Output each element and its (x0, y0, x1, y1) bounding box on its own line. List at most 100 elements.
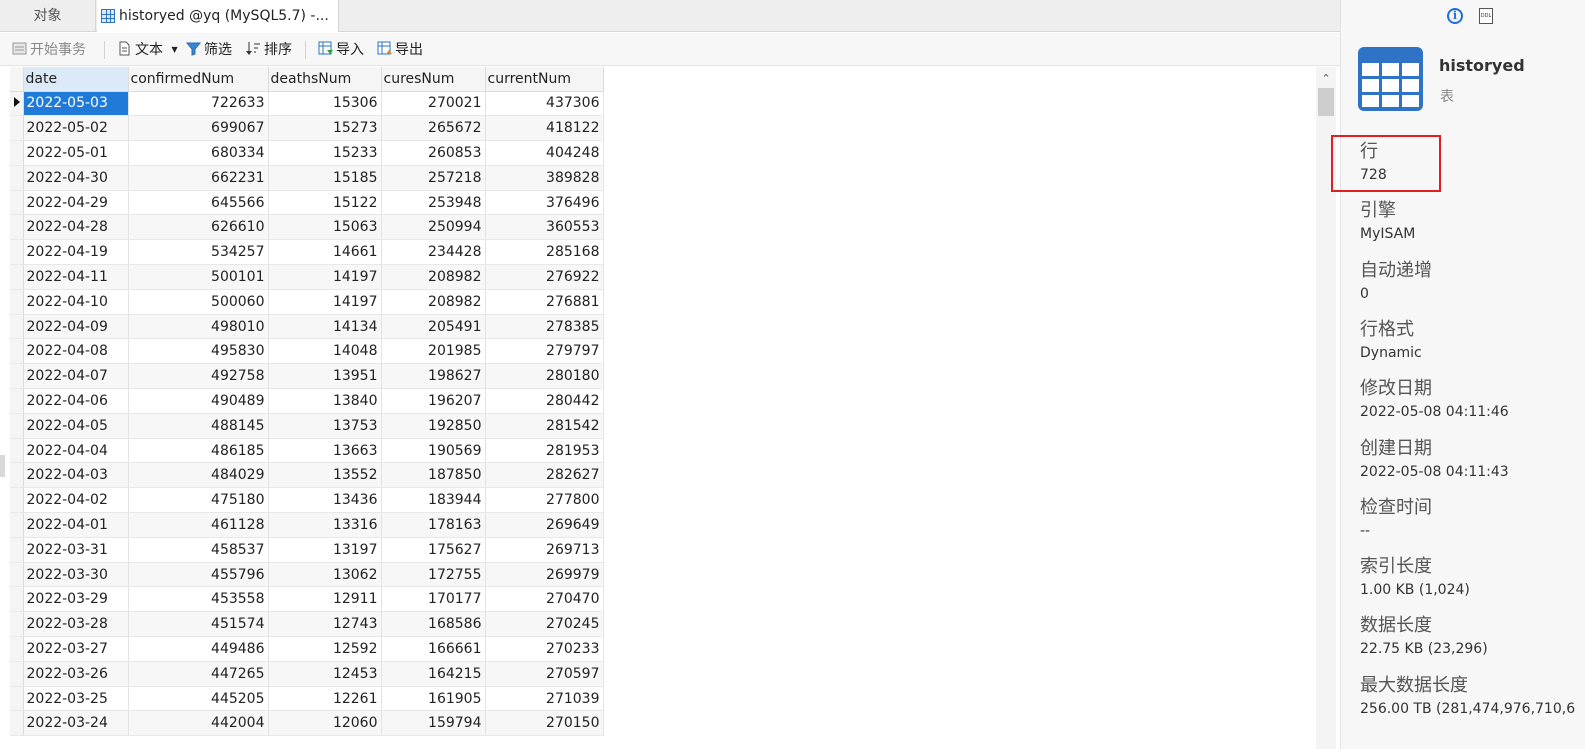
cell-date[interactable]: 2022-04-28 (23, 214, 129, 241)
table-row[interactable]: 2022-04-06 490489 13840 196207 280442 (10, 388, 604, 414)
cell-currentnum[interactable]: 360553 (485, 214, 604, 241)
ddl-icon[interactable]: DDL (1479, 8, 1493, 24)
cell-currentnum[interactable]: 270470 (485, 586, 604, 613)
cell-date[interactable]: 2022-04-03 (23, 462, 129, 489)
cell-curesnum[interactable]: 208982 (381, 289, 486, 315)
cell-confirmednum[interactable]: 449486 (128, 636, 269, 662)
cell-confirmednum[interactable]: 442004 (128, 710, 269, 737)
cell-confirmednum[interactable]: 488145 (128, 413, 269, 439)
table-row[interactable]: 2022-04-02 475180 13436 183944 277800 (10, 487, 604, 514)
row-marker[interactable] (10, 140, 24, 166)
row-marker[interactable] (10, 214, 24, 241)
cell-confirmednum[interactable]: 453558 (128, 586, 269, 613)
cell-confirmednum[interactable]: 475180 (128, 487, 269, 514)
cell-curesnum[interactable]: 161905 (381, 686, 486, 712)
cell-deathsnum[interactable]: 14197 (268, 264, 382, 290)
cell-date[interactable]: 2022-04-04 (23, 438, 129, 464)
row-marker[interactable] (10, 512, 24, 538)
cell-confirmednum[interactable]: 645566 (128, 190, 269, 216)
table-row[interactable]: 2022-05-01 680334 15233 260853 404248 (10, 140, 604, 166)
cell-curesnum[interactable]: 250994 (381, 214, 486, 241)
cell-deathsnum[interactable]: 13436 (268, 487, 382, 514)
cell-deathsnum[interactable]: 13951 (268, 363, 382, 390)
cell-deathsnum[interactable]: 14134 (268, 314, 382, 340)
cell-confirmednum[interactable]: 451574 (128, 611, 269, 638)
cell-date[interactable]: 2022-04-30 (23, 165, 129, 191)
cell-currentnum[interactable]: 270150 (485, 710, 604, 737)
scrollbar-thumb[interactable] (1318, 88, 1334, 116)
cell-deathsnum[interactable]: 14197 (268, 289, 382, 315)
cell-deathsnum[interactable]: 13062 (268, 562, 382, 588)
table-row[interactable]: 2022-04-08 495830 14048 201985 279797 (10, 338, 604, 365)
cell-deathsnum[interactable]: 14048 (268, 338, 382, 365)
sort-button[interactable]: 排序 (246, 39, 292, 61)
cell-deathsnum[interactable]: 13663 (268, 438, 382, 464)
cell-deathsnum[interactable]: 13552 (268, 462, 382, 489)
cell-date[interactable]: 2022-04-09 (23, 314, 129, 340)
cell-curesnum[interactable]: 168586 (381, 611, 486, 638)
cell-confirmednum[interactable]: 484029 (128, 462, 269, 489)
cell-deathsnum[interactable]: 12911 (268, 586, 382, 613)
cell-date[interactable]: 2022-05-01 (23, 140, 129, 166)
cell-confirmednum[interactable]: 722633 (128, 91, 269, 117)
cell-currentnum[interactable]: 437306 (485, 91, 604, 117)
cell-curesnum[interactable]: 196207 (381, 388, 486, 414)
cell-curesnum[interactable]: 159794 (381, 710, 486, 737)
row-marker[interactable] (10, 338, 24, 365)
cell-date[interactable]: 2022-03-26 (23, 661, 129, 687)
cell-confirmednum[interactable]: 626610 (128, 214, 269, 241)
import-button[interactable]: 导入 (318, 39, 364, 61)
cell-currentnum[interactable]: 376496 (485, 190, 604, 216)
cell-currentnum[interactable]: 270597 (485, 661, 604, 687)
cell-date[interactable]: 2022-05-02 (23, 115, 129, 142)
row-marker[interactable] (10, 611, 24, 638)
scroll-up-icon[interactable]: ⌃ (1320, 73, 1332, 85)
row-marker[interactable] (10, 363, 24, 390)
cell-curesnum[interactable]: 257218 (381, 165, 486, 191)
table-row[interactable]: 2022-03-29 453558 12911 170177 270470 (10, 586, 604, 613)
table-row[interactable]: 2022-03-26 447265 12453 164215 270597 (10, 661, 604, 687)
cell-curesnum[interactable]: 172755 (381, 562, 486, 588)
row-marker[interactable] (10, 710, 24, 737)
row-marker[interactable] (10, 562, 24, 588)
cell-date[interactable]: 2022-04-07 (23, 363, 129, 390)
cell-deathsnum[interactable]: 15122 (268, 190, 382, 216)
cell-confirmednum[interactable]: 461128 (128, 512, 269, 538)
row-marker[interactable] (10, 661, 24, 687)
cell-date[interactable]: 2022-03-28 (23, 611, 129, 638)
table-row[interactable]: 2022-04-11 500101 14197 208982 276922 (10, 264, 604, 290)
cell-date[interactable]: 2022-03-29 (23, 586, 129, 613)
cell-curesnum[interactable]: 175627 (381, 537, 486, 563)
tab-historyed[interactable]: historyed @yq (MySQL5.7) -... (97, 0, 339, 32)
export-button[interactable]: 导出 (377, 39, 423, 61)
table-row[interactable]: 2022-03-25 445205 12261 161905 271039 (10, 686, 604, 712)
row-marker[interactable] (10, 314, 24, 340)
table-row[interactable]: 2022-04-28 626610 15063 250994 360553 (10, 214, 604, 241)
cell-deathsnum[interactable]: 15306 (268, 91, 382, 117)
cell-currentnum[interactable]: 282627 (485, 462, 604, 489)
table-row[interactable]: 2022-03-30 455796 13062 172755 269979 (10, 562, 604, 588)
table-row[interactable]: 2022-04-04 486185 13663 190569 281953 (10, 438, 604, 464)
cell-deathsnum[interactable]: 12060 (268, 710, 382, 737)
column-header-confirmednum[interactable]: confirmedNum (128, 67, 269, 92)
table-row[interactable]: 2022-04-05 488145 13753 192850 281542 (10, 413, 604, 439)
cell-curesnum[interactable]: 205491 (381, 314, 486, 340)
cell-currentnum[interactable]: 281542 (485, 413, 604, 439)
cell-curesnum[interactable]: 270021 (381, 91, 486, 117)
cell-date[interactable]: 2022-05-03 (23, 91, 129, 117)
cell-confirmednum[interactable]: 445205 (128, 686, 269, 712)
table-row[interactable]: 2022-04-19 534257 14661 234428 285168 (10, 239, 604, 266)
cell-curesnum[interactable]: 170177 (381, 586, 486, 613)
cell-currentnum[interactable]: 418122 (485, 115, 604, 142)
cell-currentnum[interactable]: 279797 (485, 338, 604, 365)
cell-curesnum[interactable]: 265672 (381, 115, 486, 142)
column-header-date[interactable]: date (23, 67, 129, 92)
cell-curesnum[interactable]: 201985 (381, 338, 486, 365)
cell-date[interactable]: 2022-03-27 (23, 636, 129, 662)
cell-currentnum[interactable]: 276922 (485, 264, 604, 290)
cell-currentnum[interactable]: 389828 (485, 165, 604, 191)
row-marker[interactable] (10, 537, 24, 563)
cell-currentnum[interactable]: 280180 (485, 363, 604, 390)
table-row[interactable]: 2022-03-27 449486 12592 166661 270233 (10, 636, 604, 662)
table-row[interactable]: 2022-04-07 492758 13951 198627 280180 (10, 363, 604, 390)
